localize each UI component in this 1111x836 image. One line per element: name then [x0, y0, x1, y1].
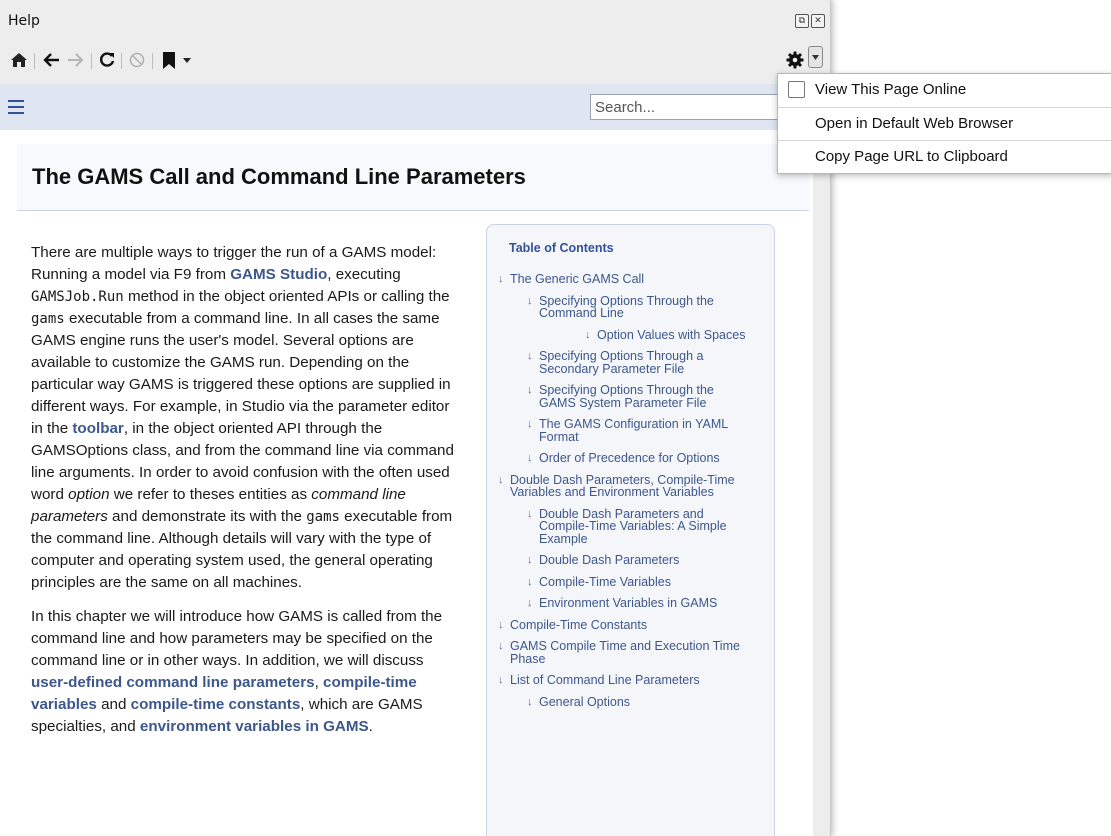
link-gams-studio[interactable]: GAMS Studio — [230, 266, 327, 283]
hamburger-icon — [8, 100, 24, 102]
arrow-down-icon: ↓ — [498, 473, 504, 486]
gear-icon — [786, 51, 804, 69]
chevron-down-icon — [812, 54, 819, 60]
article-body: There are multiple ways to trigger the r… — [31, 242, 463, 750]
paragraph: In this chapter we will introduce how GA… — [31, 608, 443, 735]
toc-item[interactable]: ↓ Compile-Time Variables — [527, 575, 744, 589]
forward-icon — [68, 53, 84, 67]
link-environment-variables[interactable]: environment variables in GAMS — [140, 718, 369, 735]
toc-item[interactable]: ↓ Option Values with Spaces — [585, 328, 757, 342]
home-button[interactable] — [9, 48, 29, 72]
chevron-down-icon — [183, 58, 191, 63]
help-content: The GAMS Call and Command Line Parameter… — [0, 84, 813, 836]
page-header: The GAMS Call and Command Line Parameter… — [17, 144, 809, 211]
arrow-down-icon: ↓ — [527, 350, 533, 362]
toolbar-separator — [91, 53, 92, 69]
toc-item[interactable]: ↓ Specifying Options Through the GAMS Sys… — [527, 384, 744, 409]
toc-item[interactable]: ↓ Compile-Time Constants — [498, 618, 765, 632]
arrow-down-icon: ↓ — [527, 695, 533, 708]
toc-item[interactable]: ↓ Double Dash Parameters, Compile-Time Va… — [498, 473, 765, 499]
doc-navbar — [0, 84, 813, 130]
toc-item[interactable]: ↓ GAMS Compile Time and Execution Time Ph… — [498, 640, 765, 665]
menu-toggle-button[interactable] — [8, 100, 24, 114]
link-toolbar[interactable]: toolbar — [72, 420, 123, 437]
toolbar-separator — [152, 53, 153, 69]
help-panel: Help ⧉ ✕ Search... The GAMS Call and Com… — [0, 0, 831, 836]
undock-button[interactable]: ⧉ — [795, 14, 809, 28]
back-button[interactable] — [40, 48, 62, 72]
arrow-down-icon: ↓ — [527, 597, 533, 609]
arrow-down-icon: ↓ — [527, 452, 533, 464]
toolbar-separator — [34, 53, 35, 69]
toc-item[interactable]: ↓ Double Dash Parameters — [527, 554, 744, 567]
toc-item[interactable]: ↓ Specifying Options Through the Command … — [527, 294, 744, 320]
link-compile-time-constants[interactable]: compile-time constants — [131, 696, 301, 713]
inline-code: gams — [31, 311, 65, 327]
forward-button[interactable] — [65, 48, 87, 72]
arrow-down-icon: ↓ — [527, 418, 533, 430]
menu-item-copy-url[interactable]: Copy Page URL to Clipboard — [778, 140, 1111, 172]
toc-item[interactable]: ↓ The Generic GAMS Call — [498, 273, 765, 286]
paragraph: There are multiple ways to trigger the r… — [31, 244, 454, 591]
menu-item-open-browser[interactable]: Open in Default Web Browser — [778, 107, 1111, 139]
toc-item[interactable]: ↓ General Options — [527, 695, 744, 709]
toc-item[interactable]: ↓ Environment Variables in GAMS — [527, 597, 744, 610]
vertical-scrollbar[interactable] — [813, 84, 830, 836]
arrow-down-icon: ↓ — [527, 294, 533, 307]
arrow-down-icon: ↓ — [498, 674, 504, 686]
bookmark-button[interactable] — [158, 48, 196, 72]
table-of-contents: Table of Contents ↓ The Generic GAMS Call… — [486, 224, 775, 836]
toc-item[interactable]: ↓ Double Dash Parameters and Compile-Time… — [527, 507, 744, 546]
search-input[interactable] — [590, 94, 780, 120]
settings-menu: View This Page Online Open in Default We… — [777, 73, 1111, 174]
close-panel-button[interactable]: ✕ — [811, 14, 825, 28]
inline-code: GAMSJob.Run — [31, 289, 124, 305]
home-icon — [11, 53, 27, 67]
arrow-down-icon: ↓ — [527, 554, 533, 566]
toc-heading: Table of Contents — [509, 241, 614, 255]
arrow-down-icon: ↓ — [527, 575, 533, 588]
reload-icon — [100, 52, 115, 67]
checkbox[interactable] — [788, 81, 805, 98]
settings-button[interactable] — [785, 48, 805, 72]
toc-item[interactable]: ↓ Specifying Options Through a Secondary … — [527, 350, 744, 375]
back-icon — [43, 53, 59, 67]
toolbar-separator — [121, 53, 122, 69]
toc-item[interactable]: ↓ The GAMS Configuration in YAML Format — [527, 418, 744, 443]
bookmark-icon — [163, 51, 175, 69]
stop-icon — [129, 52, 145, 68]
link-user-defined-parameters[interactable]: user-defined command line parameters — [31, 674, 315, 691]
help-toolbar — [0, 38, 830, 84]
arrow-down-icon: ↓ — [527, 507, 533, 520]
settings-dropdown-button[interactable] — [808, 46, 823, 68]
arrow-down-icon: ↓ — [498, 640, 504, 652]
panel-title: Help — [8, 13, 40, 29]
arrow-down-icon: ↓ — [498, 273, 504, 285]
stop-button[interactable] — [127, 48, 147, 72]
inline-code: gams — [306, 509, 340, 525]
toc-item[interactable]: ↓ List of Command Line Parameters — [498, 674, 765, 687]
arrow-down-icon: ↓ — [527, 384, 533, 396]
reload-button[interactable] — [97, 48, 117, 72]
toc-item[interactable]: ↓ Order of Precedence for Options — [527, 452, 744, 465]
page-title: The GAMS Call and Command Line Parameter… — [32, 164, 526, 189]
menu-item-view-online[interactable]: View This Page Online — [778, 74, 1111, 106]
arrow-down-icon: ↓ — [585, 328, 591, 341]
arrow-down-icon: ↓ — [498, 618, 504, 631]
